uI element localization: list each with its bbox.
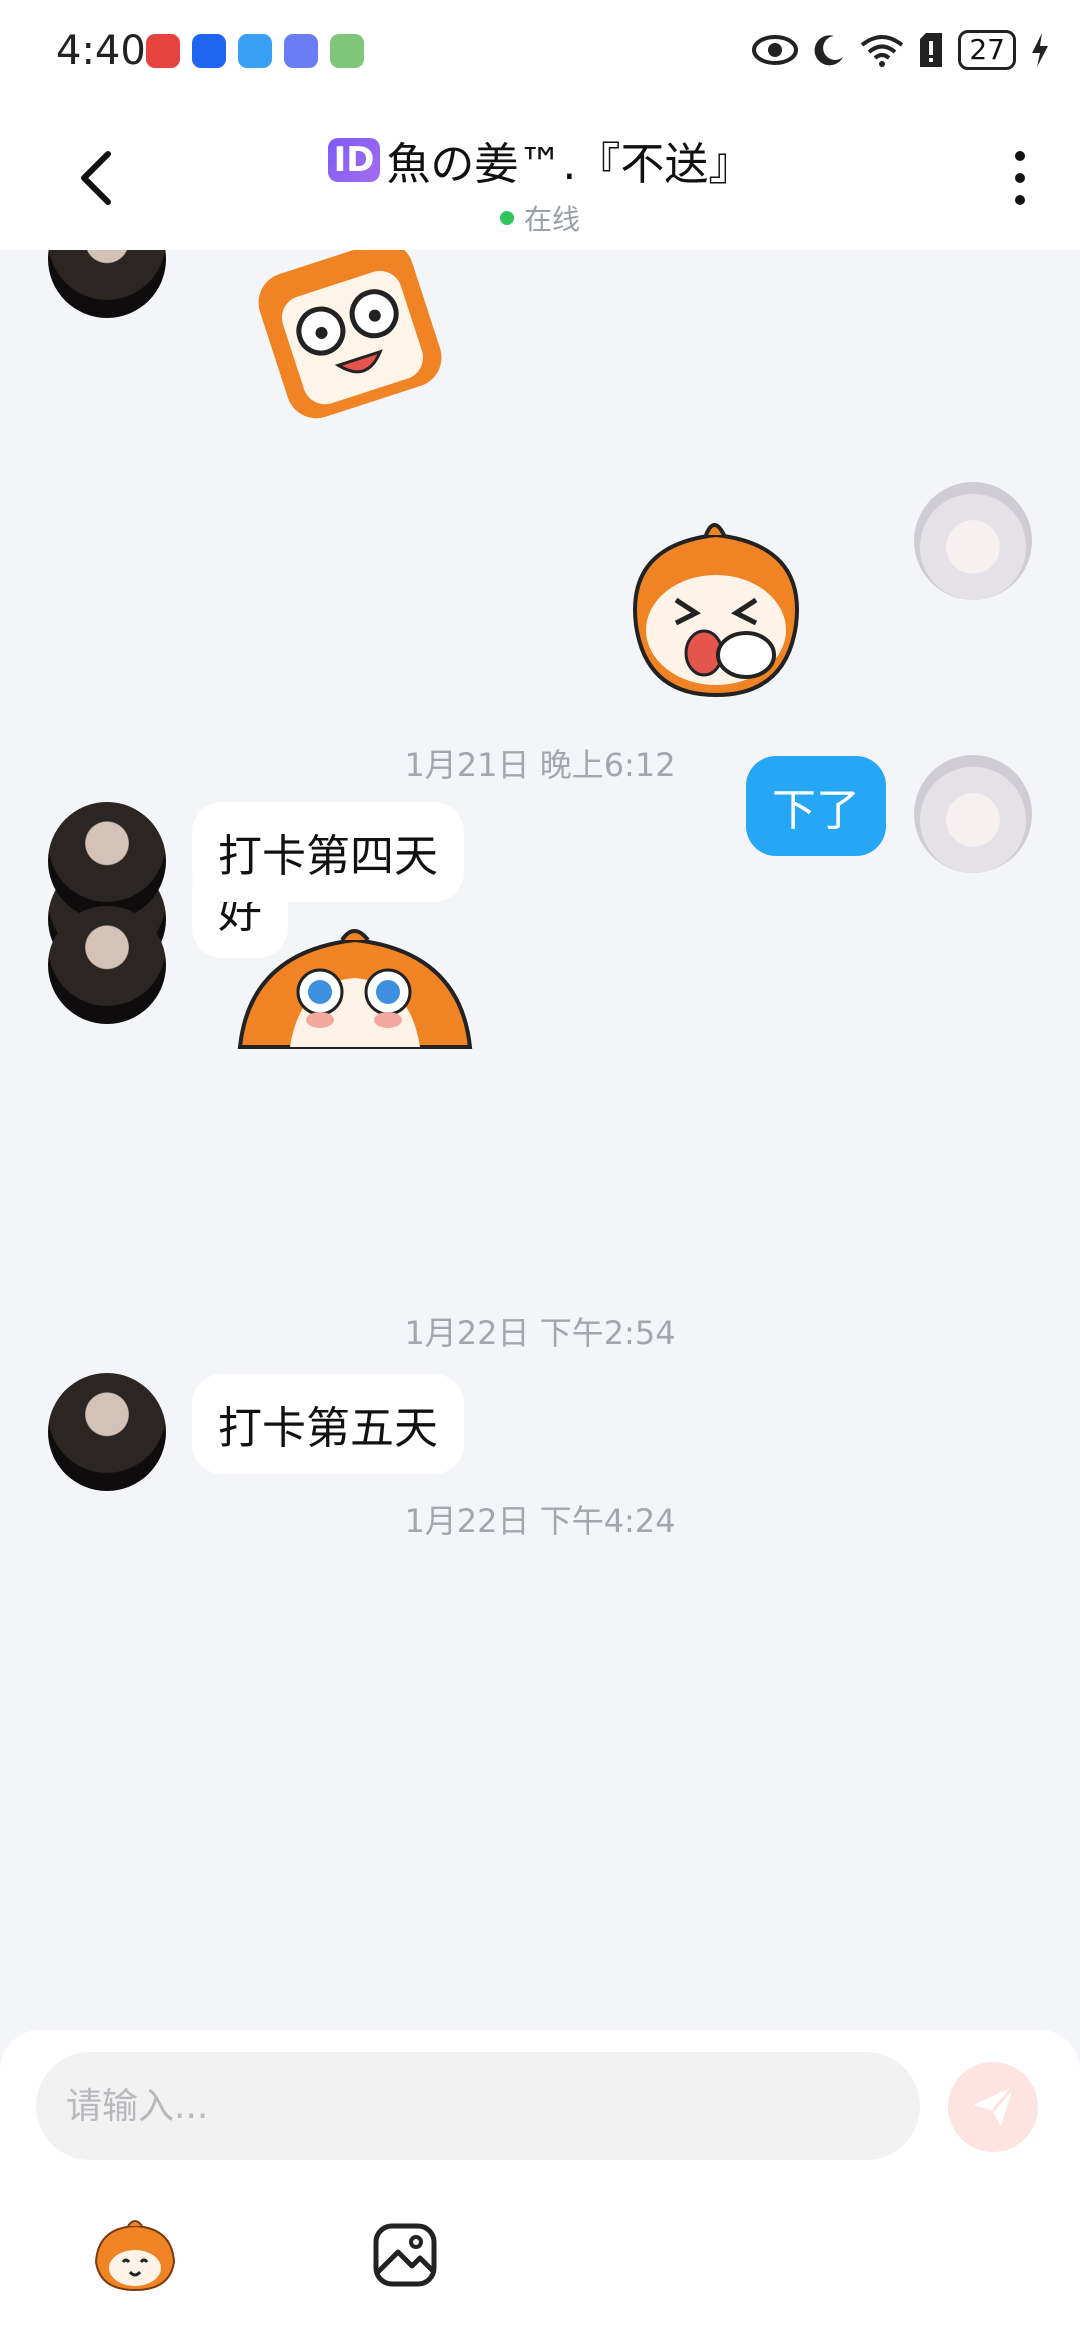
contact-avatar[interactable]	[48, 802, 166, 920]
message-bubble[interactable]: 打卡第五天	[192, 1374, 464, 1474]
online-text: 在线	[523, 203, 580, 236]
message-timestamp: 1月22日 下午2:54	[404, 1314, 676, 1352]
online-dot-icon	[499, 211, 514, 225]
image-icon	[373, 2223, 437, 2287]
chat-header: ID 魚の姜™.『不送』 在线	[0, 100, 1080, 250]
send-icon	[973, 2086, 1015, 2127]
tips-icon	[192, 34, 226, 68]
message-timestamp: 1月21日 晚上6:12	[404, 746, 676, 784]
message-timestamp: 1月22日 下午4:24	[404, 1502, 676, 1540]
image-button[interactable]	[360, 2210, 450, 2300]
wifi-icon	[861, 35, 904, 67]
battery-level: 27	[958, 30, 1016, 70]
glasses-face-sticker[interactable]	[250, 250, 450, 420]
id-badge: ID	[327, 138, 381, 182]
more-options-icon[interactable]	[1010, 150, 1030, 206]
title-wrap: ID 魚の姜™.『不送』 在线	[0, 128, 1080, 238]
laughing-pointing-sticker[interactable]	[596, 505, 836, 705]
eye-icon	[752, 35, 799, 65]
charging-icon	[1032, 33, 1048, 67]
message-bubble[interactable]: 打卡第四天	[192, 802, 464, 902]
input-panel	[0, 2030, 1080, 2340]
status-icons: 27	[752, 30, 1050, 70]
contact-avatar[interactable]	[48, 250, 166, 318]
music-icon	[284, 34, 318, 68]
app-store-icon	[146, 34, 180, 68]
status-time: 4:40	[56, 28, 146, 74]
notification-icons	[146, 34, 364, 68]
contact-name: 魚の姜™.『不送』	[386, 139, 753, 190]
teary-eyes-sticker[interactable]	[230, 922, 480, 1052]
moon-icon	[814, 35, 844, 66]
status-bar: 4:40 27	[0, 0, 1080, 100]
sim-alert-icon	[920, 33, 943, 67]
my-avatar[interactable]	[914, 482, 1032, 600]
online-status: 在线	[499, 198, 580, 238]
weather-icon	[238, 34, 272, 68]
chat-title[interactable]: ID 魚の姜™.『不送』	[327, 128, 753, 192]
contact-avatar[interactable]	[48, 906, 166, 1024]
send-button[interactable]	[948, 2062, 1038, 2152]
emoji-sticker-button[interactable]	[90, 2210, 180, 2300]
message-input[interactable]	[36, 2052, 920, 2160]
game-app-icon	[330, 34, 364, 68]
message-list[interactable]: 下了 好 1月21日 晚上6:12 打卡第四天 1月22日 下午2:54 打卡第…	[0, 250, 1080, 2030]
emoji-sticker-icon	[94, 2220, 176, 2292]
contact-avatar[interactable]	[48, 1373, 166, 1491]
